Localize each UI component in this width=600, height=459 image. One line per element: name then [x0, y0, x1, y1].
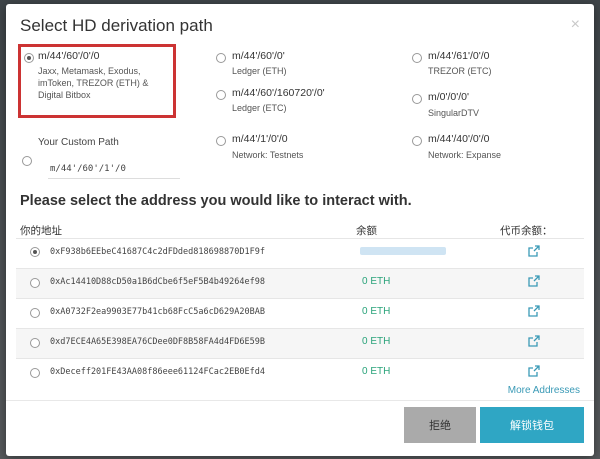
close-icon[interactable]: ×	[571, 16, 580, 34]
path-label-3: m/44'/60'/160720'/0'	[232, 87, 325, 99]
address-radio[interactable]	[30, 278, 40, 288]
address-row-1[interactable]: 0xAc14410D88cD50a1B6dCbe6f5eF5B4b49264ef…	[16, 268, 584, 299]
path-desc-5: Network: Testnets	[232, 150, 304, 160]
path-radio-5[interactable]	[216, 136, 226, 146]
path-radio-2[interactable]	[412, 53, 422, 63]
path-desc-0: Jaxx, Metamask, Exodus, imToken, TREZOR …	[38, 66, 149, 100]
path-radio-0[interactable]	[24, 53, 34, 63]
modal-title: Select HD derivation path	[20, 16, 213, 35]
path-label-5: m/44'/1'/0'/0	[232, 133, 288, 145]
external-link-icon[interactable]	[528, 335, 540, 347]
path-label-0: m/44'/60'/0'/0	[38, 50, 100, 62]
address-row-3[interactable]: 0xd7ECE4A65E398EA76CDee0DF8B58FA4d4FD6E5…	[16, 328, 584, 359]
path-radio-1[interactable]	[216, 53, 226, 63]
address-balance: 0 ETH	[362, 366, 391, 377]
path-desc-2: TREZOR (ETC)	[428, 66, 492, 76]
address-value: 0xd7ECE4A65E398EA76CDee0DF8B58FA4d4FD6E5…	[50, 337, 265, 347]
external-link-icon[interactable]	[528, 245, 540, 257]
path-label-1: m/44'/60'/0'	[232, 50, 285, 62]
address-balance: 0 ETH	[362, 276, 391, 287]
column-header-token-balance: 代币余额：	[500, 225, 553, 237]
address-balance: 0 ETH	[362, 306, 391, 317]
unlock-wallet-button[interactable]: 解锁钱包	[480, 407, 584, 443]
path-desc-3: Ledger (ETC)	[232, 103, 287, 113]
more-addresses-link[interactable]: More Addresses	[508, 385, 580, 396]
address-row-4[interactable]: 0xDeceff201FE43AA08f86eee61124FCac2EB0Ef…	[16, 358, 584, 389]
path-label-2: m/44'/61'/0'/0	[428, 50, 490, 62]
custom-path-radio[interactable]	[22, 156, 32, 166]
path-label-6: m/44'/40'/0'/0	[428, 133, 490, 145]
custom-path-label: Your Custom Path	[38, 137, 119, 148]
address-radio[interactable]	[30, 368, 40, 378]
external-link-icon[interactable]	[528, 275, 540, 287]
external-link-icon[interactable]	[528, 365, 540, 377]
path-desc-1: Ledger (ETH)	[232, 66, 287, 76]
column-header-address: 你的地址	[20, 225, 62, 237]
address-radio[interactable]	[30, 338, 40, 348]
reject-button[interactable]: 拒绝	[404, 407, 476, 443]
address-radio[interactable]	[30, 308, 40, 318]
address-value: 0xDeceff201FE43AA08f86eee61124FCac2EB0Ef…	[50, 367, 265, 377]
path-radio-6[interactable]	[412, 136, 422, 146]
path-label-4: m/0'/0'/0'	[428, 91, 470, 103]
address-balance: 0 ETH	[362, 336, 391, 347]
address-radio[interactable]	[30, 247, 40, 257]
footer-divider	[6, 400, 594, 401]
path-desc-6: Network: Expanse	[428, 150, 502, 160]
address-value: 0xF938b6EEbeC41687C4c2dFDded818698870D1F…	[50, 247, 265, 257]
address-value: 0xA0732F2ea9903E77b41cb68FcC5a6cD629A20B…	[50, 307, 265, 317]
path-radio-3[interactable]	[216, 90, 226, 100]
column-header-balance: 余额	[356, 225, 377, 237]
balance-loading-bar	[360, 247, 446, 255]
hd-path-modal: Select HD derivation path × m/44'/60'/0'…	[6, 4, 594, 456]
address-row-0[interactable]: 0xF938b6EEbeC41687C4c2dFDded818698870D1F…	[16, 238, 584, 269]
address-section-title: Please select the address you would like…	[20, 193, 412, 209]
external-link-icon[interactable]	[528, 305, 540, 317]
address-row-2[interactable]: 0xA0732F2ea9903E77b41cb68FcC5a6cD629A20B…	[16, 298, 584, 329]
custom-path-input[interactable]	[48, 160, 180, 179]
path-radio-4[interactable]	[412, 94, 422, 104]
path-desc-4: SingularDTV	[428, 108, 480, 118]
address-value: 0xAc14410D88cD50a1B6dCbe6f5eF5B4b49264ef…	[50, 277, 265, 287]
